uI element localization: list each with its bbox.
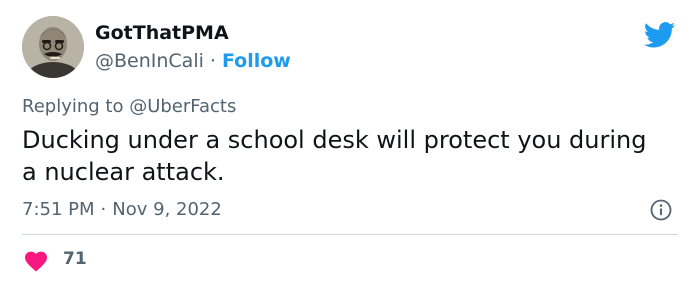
like-count: 71 bbox=[63, 249, 87, 269]
avatar[interactable] bbox=[22, 16, 84, 78]
replying-to: Replying to @UberFacts bbox=[22, 96, 236, 117]
user-handle[interactable]: @BenInCali bbox=[95, 50, 204, 72]
tweet-timestamp[interactable]: 7:51 PM · Nov 9, 2022 bbox=[22, 199, 222, 220]
tweet-date: Nov 9, 2022 bbox=[112, 199, 222, 220]
timestamp-separator: · bbox=[100, 199, 107, 220]
replying-to-prefix: Replying to bbox=[22, 96, 130, 117]
divider bbox=[22, 234, 678, 235]
display-name[interactable]: GotThatPMA bbox=[95, 22, 229, 44]
avatar-image bbox=[22, 16, 84, 78]
handle-separator: · bbox=[209, 50, 216, 72]
reply-mention-link[interactable]: @UberFacts bbox=[129, 96, 236, 117]
heart-icon[interactable] bbox=[24, 250, 48, 272]
tweet-text: Ducking under a school desk will protect… bbox=[22, 126, 647, 186]
info-icon[interactable] bbox=[650, 199, 672, 221]
handle-line: @BenInCali · Follow bbox=[95, 50, 291, 72]
twitter-bird-icon[interactable] bbox=[644, 22, 676, 48]
follow-button[interactable]: Follow bbox=[222, 50, 291, 72]
tweet-time: 7:51 PM bbox=[22, 199, 95, 220]
tweet-card: GotThatPMA @BenInCali · Follow Replying to… bbox=[0, 0, 700, 288]
